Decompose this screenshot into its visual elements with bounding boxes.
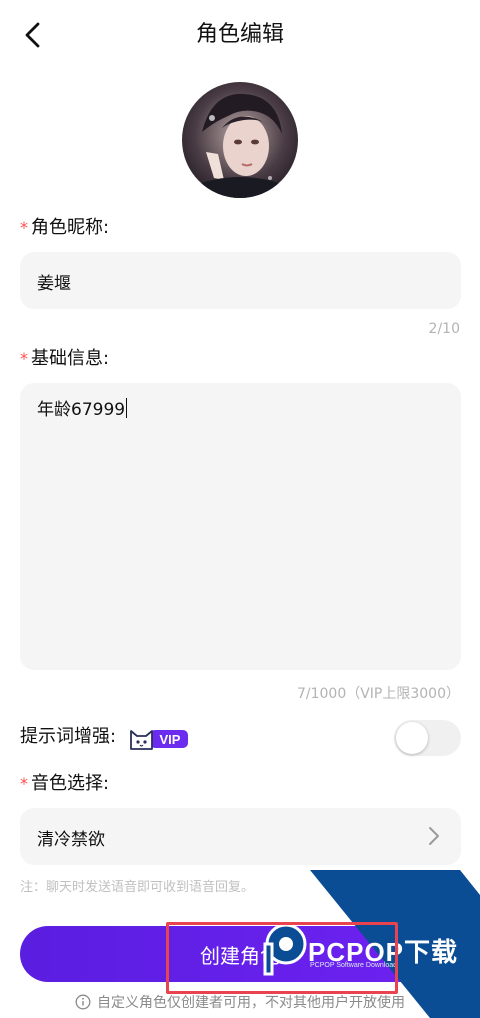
watermark-shape	[263, 870, 480, 1018]
info-icon	[75, 994, 91, 1010]
highlight-box	[166, 922, 398, 994]
footer-note: 自定义角色仅创建者可用，不对其他用户开放使用	[0, 992, 480, 1012]
